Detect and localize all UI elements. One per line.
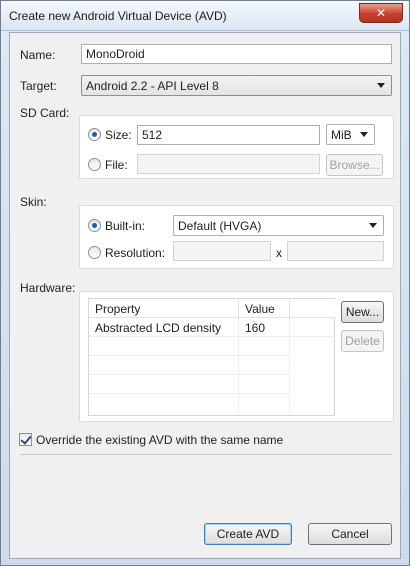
sdcard-size-label: Size:	[105, 128, 132, 142]
resolution-x-label: x	[276, 246, 282, 260]
table-row-value[interactable]: 160	[239, 318, 290, 337]
column-header-value[interactable]: Value	[239, 299, 290, 318]
hardware-label: Hardware:	[20, 281, 76, 295]
create-avd-button[interactable]: Create AVD	[204, 523, 292, 545]
sdcard-label: SD Card:	[20, 106, 70, 120]
skin-builtin-radio[interactable]	[88, 219, 101, 232]
dialog-client-area: Name: MonoDroid Target: Android 2.2 - AP…	[9, 32, 401, 559]
dialog-window: Create new Android Virtual Device (AVD) …	[0, 0, 410, 566]
sdcard-unit-value: MiB	[331, 128, 352, 142]
sdcard-unit-dropdown[interactable]: MiB	[326, 124, 375, 145]
skin-builtin-value: Default (HVGA)	[178, 219, 262, 233]
close-button[interactable]: ✕	[359, 3, 403, 23]
skin-builtin-label: Built-in:	[105, 219, 146, 233]
hardware-table[interactable]: Property Value Abstracted LCD density 16…	[88, 298, 335, 416]
table-cell-empty	[239, 394, 290, 413]
cancel-button[interactable]: Cancel	[308, 523, 392, 545]
new-property-button[interactable]: New...	[341, 301, 384, 323]
sdcard-file-input[interactable]	[137, 154, 320, 174]
column-header-empty	[290, 299, 335, 318]
table-row-property[interactable]: Abstracted LCD density	[89, 318, 239, 337]
sdcard-file-label: File:	[105, 158, 128, 172]
title-bar[interactable]: Create new Android Virtual Device (AVD) …	[1, 1, 409, 31]
table-cell-empty	[239, 337, 290, 356]
chevron-down-icon	[369, 223, 377, 228]
sdcard-size-input[interactable]: 512	[137, 125, 320, 145]
name-input[interactable]: MonoDroid	[81, 44, 392, 64]
table-row-empty	[89, 337, 239, 356]
table-row-empty	[89, 394, 239, 413]
override-label: Override the existing AVD with the same …	[36, 433, 284, 447]
sdcard-size-radio[interactable]	[88, 128, 101, 141]
table-cell-empty	[239, 356, 290, 375]
target-label: Target:	[20, 79, 57, 93]
skin-builtin-dropdown[interactable]: Default (HVGA)	[173, 215, 384, 236]
sdcard-file-radio[interactable]	[88, 158, 101, 171]
column-header-property[interactable]: Property	[89, 299, 239, 318]
table-row-empty	[89, 356, 239, 375]
delete-property-button[interactable]: Delete	[341, 330, 384, 352]
table-cell-empty	[239, 375, 290, 394]
resolution-height-input[interactable]	[287, 241, 384, 261]
chevron-down-icon	[377, 83, 385, 88]
name-label: Name:	[20, 48, 56, 62]
footer-divider	[20, 454, 392, 455]
override-checkbox[interactable]	[19, 433, 32, 446]
skin-resolution-label: Resolution:	[105, 246, 166, 260]
chevron-down-icon	[360, 132, 368, 137]
skin-resolution-radio[interactable]	[88, 246, 101, 259]
table-row-empty	[89, 375, 239, 394]
window-title: Create new Android Virtual Device (AVD)	[9, 9, 227, 23]
target-value: Android 2.2 - API Level 8	[86, 79, 219, 93]
close-icon: ✕	[375, 6, 387, 20]
resolution-width-input[interactable]	[173, 241, 271, 261]
skin-label: Skin:	[20, 195, 47, 209]
table-cell-empty	[290, 318, 335, 337]
target-dropdown[interactable]: Android 2.2 - API Level 8	[81, 75, 392, 96]
browse-button[interactable]: Browse...	[326, 154, 383, 176]
